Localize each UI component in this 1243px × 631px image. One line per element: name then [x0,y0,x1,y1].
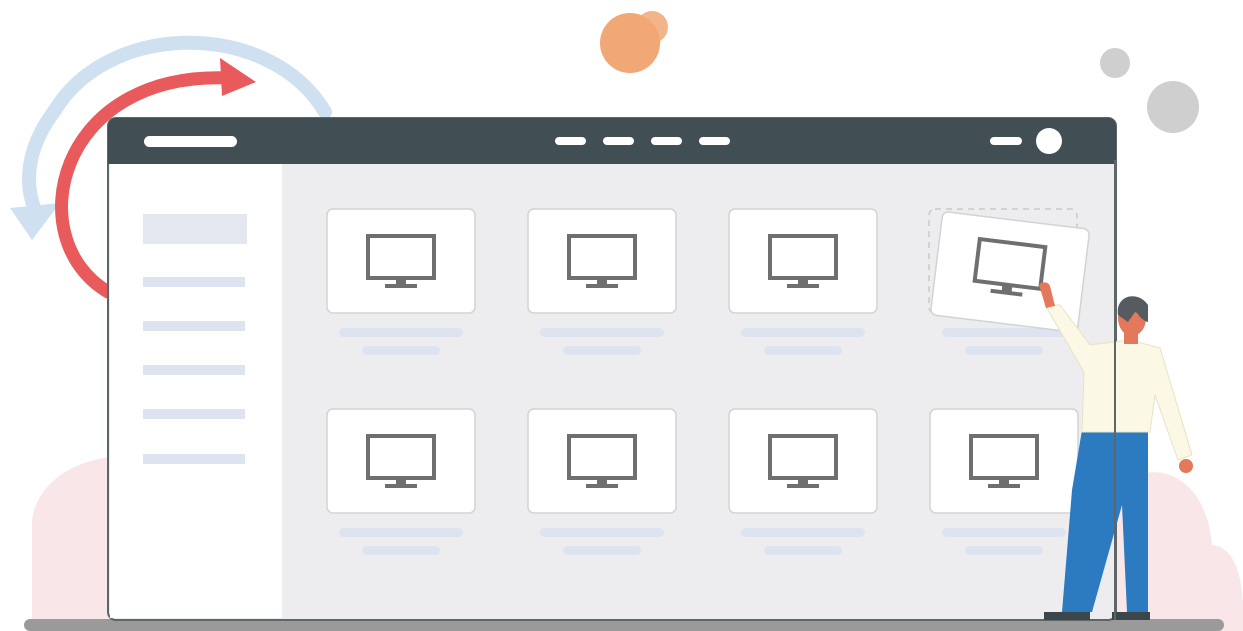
sidebar-item-4[interactable] [143,409,245,419]
grid-tile[interactable] [929,408,1079,555]
grid-tile[interactable] [728,208,878,355]
sidebar-item-1[interactable] [143,277,245,287]
tile-caption-line [362,546,440,555]
tile-caption-line [563,546,641,555]
grid-tile[interactable] [527,408,677,555]
tile-caption-line [362,346,440,355]
gray-circle-small [1100,48,1130,78]
avatar[interactable] [1036,128,1062,154]
illustration-canvas [10,11,1243,631]
person-hand-lowered [1179,459,1193,473]
app-logo-pill [144,136,237,147]
tile-caption-line [339,328,463,337]
nav-pill-3[interactable] [651,137,682,145]
sidebar-item-2[interactable] [143,321,245,331]
app-window [107,117,1117,621]
sidebar-item-5[interactable] [143,454,245,464]
tile-caption-line [741,328,865,337]
person-shoe-left [1044,612,1090,620]
gray-circle-large [1147,81,1199,133]
sidebar-item-3[interactable] [143,365,245,375]
tile-caption-line [764,346,842,355]
nav-pill-2[interactable] [603,137,634,145]
tile-caption-line [965,346,1043,355]
tile-caption-line [741,528,865,537]
tile-caption-line [563,346,641,355]
grid-tile[interactable] [326,408,476,555]
nav-pill-1[interactable] [555,137,586,145]
grid-tile[interactable] [728,408,878,555]
tile-caption-line [540,528,664,537]
tile-caption-line [339,528,463,537]
grid-tile[interactable] [326,208,476,355]
tile-caption-line [540,328,664,337]
nav-pill-4[interactable] [699,137,730,145]
account-pill[interactable] [990,137,1022,145]
person-shoe-right [1112,612,1150,620]
grid-tile[interactable] [527,208,677,355]
orange-circle-small [636,11,668,43]
tile-caption-line [965,546,1043,555]
tile-caption-line [942,528,1066,537]
sidebar-item-selected[interactable] [143,214,247,244]
tile-caption-line [764,546,842,555]
